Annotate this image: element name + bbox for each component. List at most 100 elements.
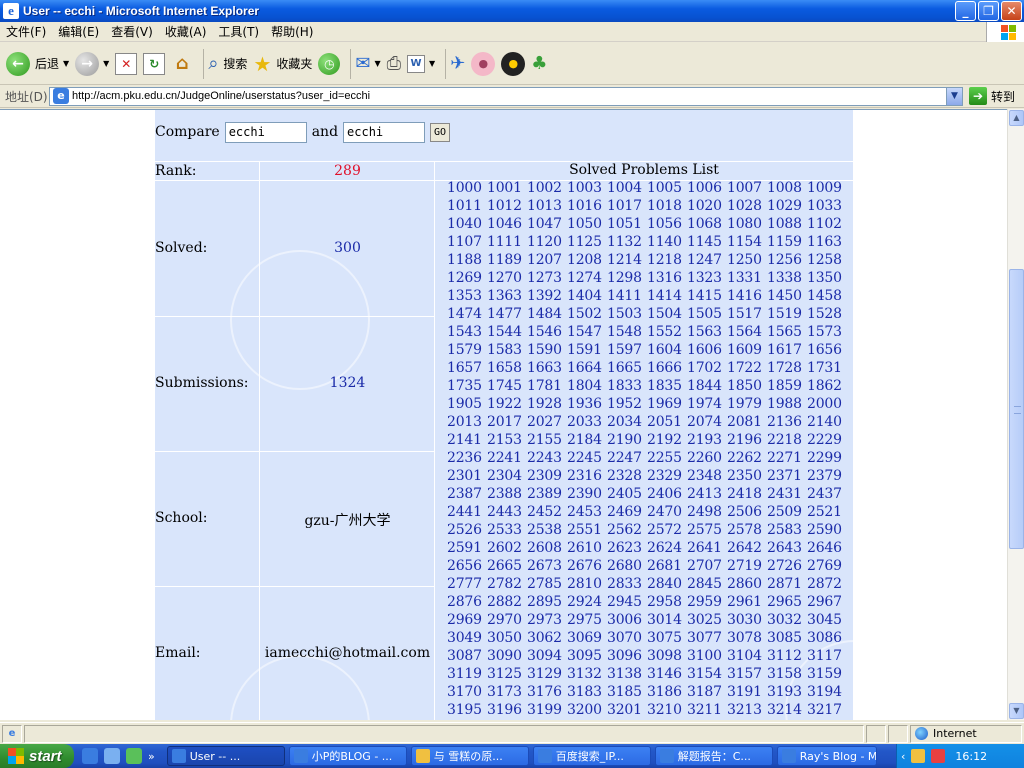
problem-link[interactable]: 2538 [527,522,567,540]
problem-link[interactable]: 2470 [647,504,687,522]
problem-link[interactable]: 1250 [727,252,767,270]
problem-link[interactable]: 2719 [727,558,767,576]
problem-link[interactable]: 1008 [767,180,807,198]
problem-link[interactable]: 2810 [567,576,607,594]
problem-link[interactable]: 1009 [807,180,847,198]
problem-link[interactable]: 2665 [487,558,527,576]
problem-link[interactable]: 3098 [647,648,687,666]
problem-link[interactable]: 2192 [647,432,687,450]
problem-link[interactable]: 1563 [687,324,727,342]
problem-link[interactable]: 2785 [527,576,567,594]
problem-link[interactable]: 1543 [447,324,487,342]
problem-link[interactable]: 1018 [647,198,687,216]
problem-link[interactable]: 1905 [447,396,487,414]
problem-link[interactable]: 2348 [687,468,727,486]
problem-link[interactable]: 2027 [527,414,567,432]
problem-link[interactable]: 2872 [807,576,847,594]
problem-link[interactable]: 1316 [647,270,687,288]
msn-quicklaunch-icon[interactable] [126,748,142,764]
problem-link[interactable]: 1979 [727,396,767,414]
problem-link[interactable]: 2871 [767,576,807,594]
solved-value[interactable]: 300 [260,240,435,256]
problem-link[interactable]: 1969 [647,396,687,414]
problem-link[interactable]: 3045 [807,612,847,630]
close-button[interactable]: ✕ [1001,1,1022,21]
problem-link[interactable]: 2656 [447,558,487,576]
problem-link[interactable]: 2017 [487,414,527,432]
problem-link[interactable]: 1974 [687,396,727,414]
problem-link[interactable]: 1988 [767,396,807,414]
problem-link[interactable]: 1020 [687,198,727,216]
problem-link[interactable]: 1657 [447,360,487,378]
problem-link[interactable]: 1922 [487,396,527,414]
problem-link[interactable]: 3050 [487,630,527,648]
problem-link[interactable]: 3201 [607,702,647,720]
problem-link[interactable]: 1735 [447,378,487,396]
compare-user1-input[interactable] [224,121,307,143]
security-zone[interactable]: Internet [910,724,1022,743]
problem-link[interactable]: 1528 [807,306,847,324]
submissions-value[interactable]: 1324 [260,375,435,391]
problem-link[interactable]: 1012 [487,198,527,216]
problem-link[interactable]: 2371 [767,468,807,486]
problem-link[interactable]: 2155 [527,432,567,450]
problem-link[interactable]: 2260 [687,450,727,468]
start-button[interactable]: start [0,744,74,768]
problem-link[interactable]: 2945 [607,594,647,612]
problem-link[interactable]: 1353 [447,288,487,306]
app-tray-icon[interactable] [931,749,946,763]
problem-link[interactable]: 1656 [807,342,847,360]
problem-link[interactable]: 1414 [647,288,687,306]
problem-link[interactable]: 1003 [567,180,607,198]
problem-link[interactable]: 1590 [527,342,567,360]
problem-link[interactable]: 2959 [687,594,727,612]
task-report[interactable]: 解题报告：C... [654,746,773,766]
problem-link[interactable]: 2034 [607,414,647,432]
menu-file[interactable]: 文件(F) [0,23,52,40]
problem-link[interactable]: 2845 [687,576,727,594]
problem-link[interactable]: 2578 [727,522,767,540]
problem-link[interactable]: 2526 [447,522,487,540]
problem-link[interactable]: 1013 [527,198,567,216]
problem-link[interactable]: 3085 [767,630,807,648]
problem-link[interactable]: 2646 [807,540,847,558]
problem-link[interactable]: 3170 [447,684,487,702]
problem-link[interactable]: 2184 [567,432,607,450]
problem-link[interactable]: 1145 [687,234,727,252]
problem-link[interactable]: 3095 [567,648,607,666]
problem-link[interactable]: 3075 [647,630,687,648]
problem-link[interactable]: 2498 [687,504,727,522]
back-dropdown-icon[interactable]: ▼ [63,59,69,68]
problem-link[interactable]: 1666 [647,360,687,378]
problem-link[interactable]: 2876 [447,594,487,612]
problem-link[interactable]: 3125 [487,666,527,684]
problem-link[interactable]: 3186 [647,684,687,702]
problem-link[interactable]: 1298 [607,270,647,288]
problem-link[interactable]: 3094 [527,648,567,666]
problem-link[interactable]: 2777 [447,576,487,594]
problem-link[interactable]: 1745 [487,378,527,396]
problem-link[interactable]: 2140 [807,414,847,432]
problem-link[interactable]: 1125 [567,234,607,252]
problem-link[interactable]: 2389 [527,486,567,504]
problem-link[interactable]: 1546 [527,324,567,342]
problem-link[interactable]: 2379 [807,468,847,486]
address-url[interactable]: http://acm.pku.edu.cn/JudgeOnline/userst… [72,90,946,102]
refresh-button[interactable]: ↻ [143,46,166,82]
problem-link[interactable]: 3078 [727,630,767,648]
problem-link[interactable]: 1050 [567,216,607,234]
problem-link[interactable]: 1068 [687,216,727,234]
print-button[interactable]: ⎙ [387,46,401,82]
problem-link[interactable]: 2136 [767,414,807,432]
problem-link[interactable]: 2643 [767,540,807,558]
problem-link[interactable]: 1517 [727,306,767,324]
problem-link[interactable]: 1040 [447,216,487,234]
problem-link[interactable]: 1804 [567,378,607,396]
search-button[interactable]: ⌕ 搜索 [208,46,247,82]
problem-link[interactable]: 1474 [447,306,487,324]
problem-link[interactable]: 2241 [487,450,527,468]
problem-link[interactable]: 3191 [727,684,767,702]
problem-link[interactable]: 2190 [607,432,647,450]
menu-help[interactable]: 帮助(H) [265,23,319,40]
problem-link[interactable]: 1502 [567,306,607,324]
